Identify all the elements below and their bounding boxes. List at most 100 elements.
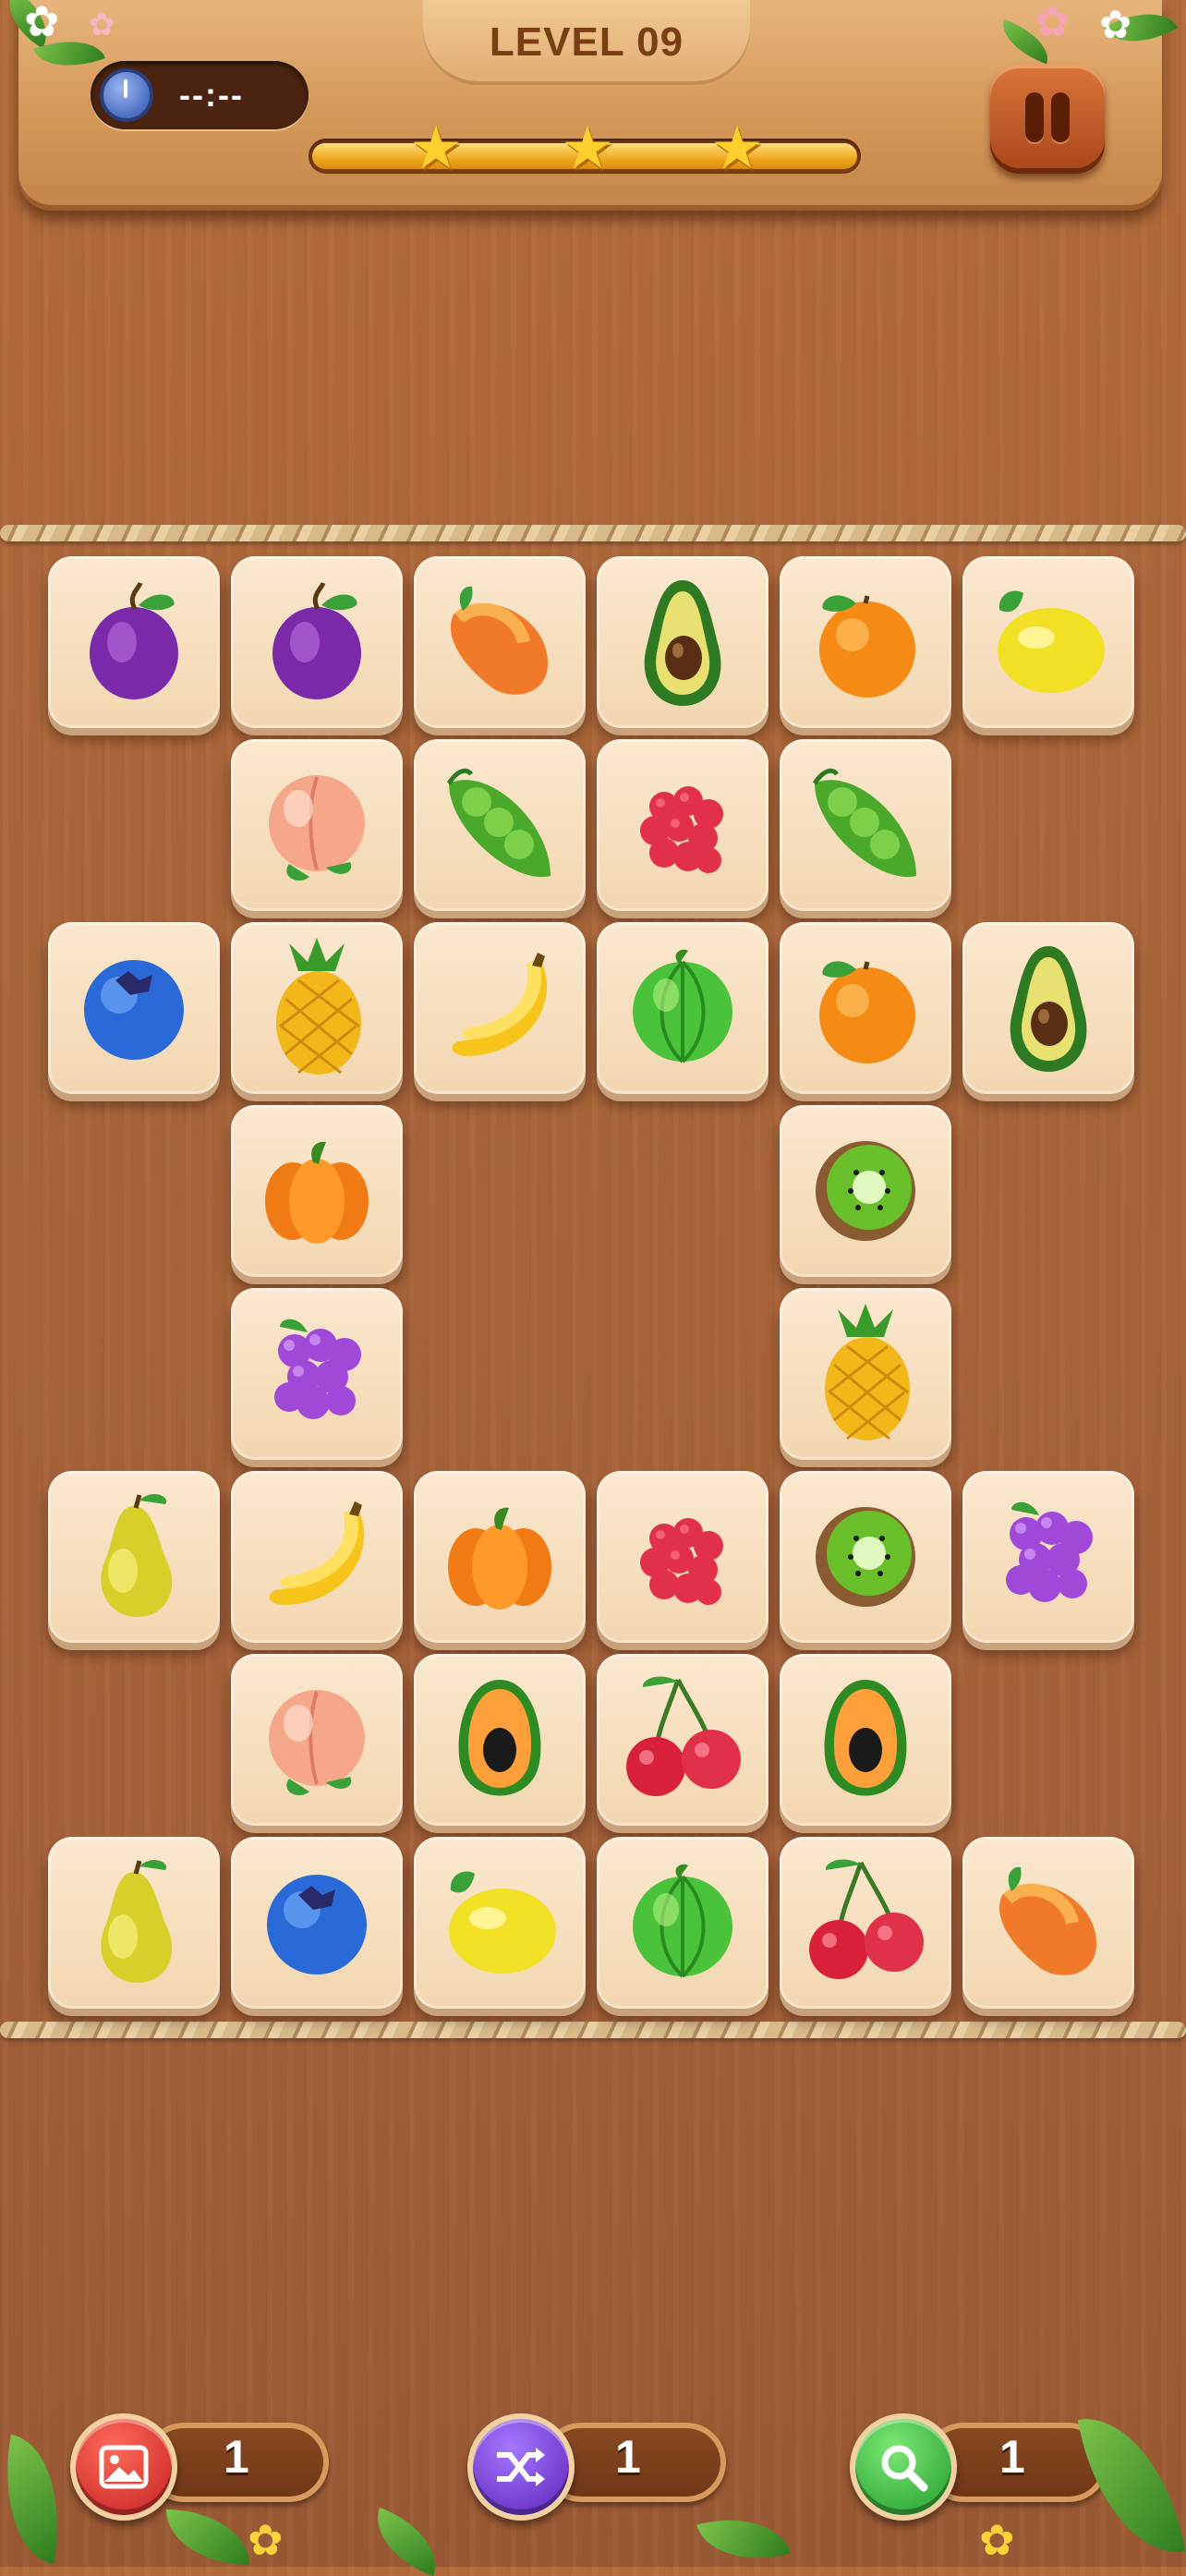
tile-peas[interactable] [780, 739, 951, 911]
tile-cherry[interactable] [780, 1837, 951, 2009]
cherry-icon [613, 1671, 752, 1809]
flower-decoration: ✿ [979, 2516, 1015, 2564]
tile-pineapple[interactable] [231, 922, 403, 1094]
raspberry-icon [618, 1492, 747, 1622]
hint-count: 1 [224, 2431, 249, 2483]
hint-booster[interactable]: 1 [70, 2413, 338, 2521]
pause-button[interactable] [990, 65, 1105, 174]
level-plaque: LEVEL 09 [423, 0, 750, 85]
raspberry-icon [618, 760, 747, 890]
avocado-icon [623, 573, 743, 711]
pineapple-icon [252, 934, 381, 1082]
tile-melon[interactable] [597, 1837, 768, 2009]
shuffle-booster[interactable]: 1 [467, 2413, 735, 2521]
flower-decoration: ✿ [248, 2516, 284, 2564]
flower-decoration: ✿ [24, 0, 60, 45]
tile-kiwi[interactable] [780, 1471, 951, 1643]
papaya-icon [801, 1671, 930, 1809]
star-icon: ★ [409, 115, 463, 181]
tile-pear[interactable] [48, 1837, 220, 2009]
melon-icon [618, 1858, 747, 1987]
leaf-decoration [363, 2507, 450, 2576]
tile-raspberry[interactable] [597, 1471, 768, 1643]
melon-icon [618, 943, 747, 1073]
peas-icon [430, 756, 569, 894]
pineapple-icon [801, 1300, 930, 1448]
tile-papaya[interactable] [414, 1654, 586, 1826]
picture-hint-icon[interactable] [70, 2413, 177, 2521]
tile-raspberry[interactable] [597, 739, 768, 911]
tile-banana[interactable] [414, 922, 586, 1094]
tile-lemon[interactable] [414, 1837, 586, 2009]
tile-peach[interactable] [231, 739, 403, 911]
plum-icon [257, 577, 377, 707]
papaya-icon [435, 1671, 564, 1809]
timer: --:-- [91, 61, 309, 129]
tile-pumpkin[interactable] [231, 1105, 403, 1277]
tile-papaya[interactable] [780, 1654, 951, 1826]
flower-decoration: ✿ [1099, 3, 1132, 46]
lemon-icon [979, 582, 1118, 702]
leaf-decoration [696, 2503, 791, 2575]
flower-decoration: ✿ [89, 7, 115, 43]
tile-mango[interactable] [414, 556, 586, 728]
flower-decoration: ✿ [1035, 0, 1071, 45]
tile-peas[interactable] [414, 739, 586, 911]
avocado-icon [988, 939, 1108, 1077]
tile-grapes[interactable] [962, 1471, 1134, 1643]
magnifier-icon[interactable] [850, 2413, 957, 2521]
plum-icon [74, 577, 194, 707]
banana-icon [430, 943, 569, 1073]
tile-lemon[interactable] [962, 556, 1134, 728]
tile-orange[interactable] [780, 922, 951, 1094]
pear-icon [69, 1853, 199, 1992]
timer-value: --:-- [179, 76, 244, 114]
star-icon: ★ [561, 115, 614, 181]
tile-pineapple[interactable] [780, 1288, 951, 1460]
leaf-decoration [166, 2509, 249, 2565]
pause-icon [1051, 92, 1070, 142]
peas-icon [796, 756, 935, 894]
pumpkin-icon [435, 1497, 564, 1617]
tile-banana[interactable] [231, 1471, 403, 1643]
tile-avocado[interactable] [597, 556, 768, 728]
pear-icon [69, 1488, 199, 1626]
level-title: LEVEL 09 [489, 19, 684, 65]
star-icon: ★ [710, 115, 764, 181]
rope-bottom [0, 2022, 1186, 2038]
leaf-decoration [0, 2434, 75, 2565]
banana-icon [248, 1492, 386, 1622]
shuffle-icon[interactable] [467, 2413, 575, 2521]
peach-icon [252, 1675, 381, 1804]
tile-pear[interactable] [48, 1471, 220, 1643]
shuffle-count: 1 [615, 2431, 641, 2483]
kiwi-icon [801, 1492, 930, 1622]
tile-avocado[interactable] [962, 922, 1134, 1094]
tile-peach[interactable] [231, 1654, 403, 1826]
tile-blueberry[interactable] [48, 922, 220, 1094]
tile-kiwi[interactable] [780, 1105, 951, 1277]
pause-icon [1025, 92, 1044, 142]
search-booster[interactable]: 1 [850, 2413, 1118, 2521]
tile-pumpkin[interactable] [414, 1471, 586, 1643]
mango-icon [435, 577, 564, 707]
pumpkin-icon [252, 1131, 381, 1251]
orange-icon [801, 577, 930, 707]
tile-cherry[interactable] [597, 1654, 768, 1826]
tile-mango[interactable] [962, 1837, 1134, 2009]
tile-plum[interactable] [231, 556, 403, 728]
tile-plum[interactable] [48, 556, 220, 728]
blueberry-icon [69, 943, 199, 1073]
tile-grapes[interactable] [231, 1288, 403, 1460]
rope-top [0, 525, 1186, 541]
lemon-icon [430, 1863, 569, 1983]
grapes-icon [984, 1488, 1113, 1626]
tile-blueberry[interactable] [231, 1837, 403, 2009]
grapes-icon [252, 1305, 381, 1443]
peach-icon [252, 760, 381, 890]
stopwatch-icon [100, 68, 153, 122]
tile-melon[interactable] [597, 922, 768, 1094]
tile-orange[interactable] [780, 556, 951, 728]
kiwi-icon [801, 1126, 930, 1256]
cherry-icon [796, 1853, 935, 1992]
